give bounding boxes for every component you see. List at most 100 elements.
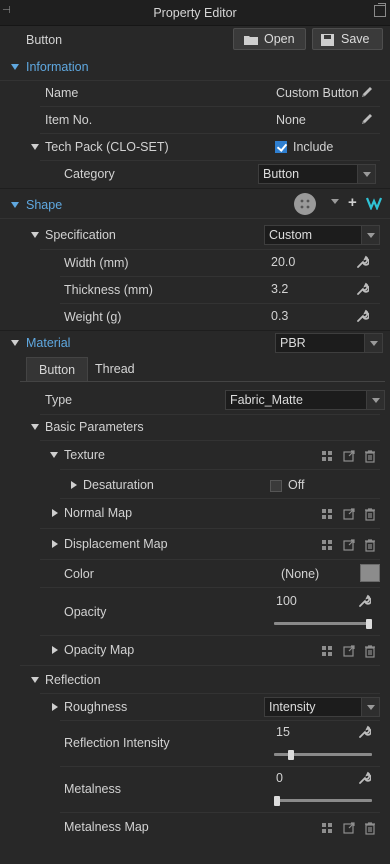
metalness-slider[interactable] [274,799,372,802]
reflection-intensity-wrench-icon[interactable] [357,725,371,739]
category-dropdown[interactable]: Button [258,164,376,184]
information-section-title[interactable]: Information [26,60,89,74]
normal-map-delete-icon[interactable] [363,507,377,521]
opacity-label: Opacity [64,605,107,619]
edit-name-pencil-icon[interactable] [360,85,374,99]
chevron-down-icon [357,165,375,183]
opacity-map-delete-icon[interactable] [363,644,377,658]
reflection-toggle-icon[interactable] [31,677,39,683]
normal-map-export-icon[interactable] [342,507,356,521]
displacement-map-browse-icon[interactable] [320,538,334,552]
reflection-intensity-slider-thumb[interactable] [287,750,294,760]
desaturation-checkbox[interactable] [270,480,282,492]
texture-toggle-icon[interactable] [50,452,58,458]
techpack-label: Tech Pack (CLO-SET) [45,140,169,154]
opacity-slider[interactable] [274,622,372,625]
material-section-title[interactable]: Material [26,336,70,350]
open-button[interactable]: Open [233,28,306,50]
roughness-toggle-icon[interactable] [52,703,58,711]
metalness-label: Metalness [64,782,121,796]
roughness-label: Roughness [64,700,128,714]
normal-map-label: Normal Map [64,506,133,520]
name-label: Name [45,86,79,100]
texture-export-icon[interactable] [342,449,356,463]
texture-label: Texture [64,448,105,462]
displacement-map-delete-icon[interactable] [363,538,377,552]
weight-wrench-icon[interactable] [355,309,369,323]
opacity-slider-thumb[interactable] [366,619,372,629]
edit-item-no-pencil-icon[interactable] [360,112,374,126]
folder-icon [244,34,258,45]
metalness-map-label: Metalness Map [64,820,149,834]
texture-browse-icon[interactable] [320,449,334,463]
color-value: (None) [281,567,320,581]
metalness-value[interactable]: 0 [276,771,283,785]
specification-dropdown[interactable]: Custom [264,225,380,245]
specification-toggle-icon[interactable] [31,232,39,238]
tab-thread[interactable]: Thread [83,357,147,381]
metalness-map-delete-icon[interactable] [363,821,377,835]
window-title: Property Editor [153,6,237,20]
chevron-down-icon [361,226,379,244]
style-icon[interactable] [365,196,383,211]
render-type-dropdown[interactable]: PBR [275,333,383,353]
specification-label: Specification [45,228,116,242]
save-button[interactable]: Save [312,28,383,50]
metalness-map-export-icon[interactable] [342,821,356,835]
item-no-label: Item No. [45,113,93,127]
width-value[interactable]: 20.0 [271,255,295,269]
weight-value[interactable]: 0.3 [271,309,288,323]
include-checkbox[interactable] [275,141,287,153]
roughness-dropdown[interactable]: Intensity [264,697,380,717]
metalness-map-browse-icon[interactable] [320,821,334,835]
basic-params-toggle-icon[interactable] [31,424,39,430]
tab-button[interactable]: Button [26,357,89,381]
opacity-value[interactable]: 100 [276,594,297,608]
reflection-intensity-value[interactable]: 15 [276,725,290,739]
metalness-wrench-icon[interactable] [357,771,371,785]
undock-icon[interactable] [374,3,386,17]
metalness-slider-thumb[interactable] [274,796,280,806]
desaturation-label: Desaturation [83,478,154,492]
opacity-map-label: Opacity Map [64,643,135,657]
thickness-wrench-icon[interactable] [355,282,369,296]
opacity-map-browse-icon[interactable] [320,644,334,658]
displacement-map-export-icon[interactable] [342,538,356,552]
width-wrench-icon[interactable] [355,255,369,269]
chevron-down-icon [361,698,379,716]
chevron-down-icon [364,334,382,352]
reflection-intensity-label: Reflection Intensity [64,736,170,750]
shape-toggle-icon[interactable] [11,202,19,208]
category-label: Category [64,167,115,181]
reflection-label: Reflection [45,673,101,687]
opacity-map-export-icon[interactable] [342,644,356,658]
type-label: Type [45,393,73,407]
thickness-value[interactable]: 3.2 [271,282,288,296]
material-toggle-icon[interactable] [11,340,19,346]
button-preview-icon[interactable] [294,193,316,215]
texture-delete-icon[interactable] [363,449,377,463]
include-label: Include [293,140,334,154]
object-type-label: Button [26,33,63,47]
desaturation-toggle-icon[interactable] [71,481,77,489]
chevron-down-icon [366,391,384,409]
displacement-map-toggle-icon[interactable] [52,540,58,548]
normal-map-toggle-icon[interactable] [52,509,58,517]
color-label: Color [64,567,94,581]
add-icon[interactable]: + [348,195,357,210]
color-swatch[interactable] [360,564,380,582]
basic-params-label: Basic Parameters [45,420,144,434]
techpack-toggle-icon[interactable] [31,144,39,150]
shape-dropdown-chevron-icon[interactable] [331,199,339,204]
opacity-map-toggle-icon[interactable] [52,646,58,654]
desaturation-value: Off [288,478,305,492]
shape-section-title[interactable]: Shape [26,198,62,212]
title-bar: ⊣ Property Editor [0,0,390,26]
item-no-value: None [276,113,306,127]
displacement-map-label: Displacement Map [64,537,168,551]
information-toggle-icon[interactable] [11,64,19,70]
disk-icon [321,33,335,46]
opacity-wrench-icon[interactable] [357,594,371,608]
material-type-dropdown[interactable]: Fabric_Matte [225,390,385,410]
normal-map-browse-icon[interactable] [320,507,334,521]
